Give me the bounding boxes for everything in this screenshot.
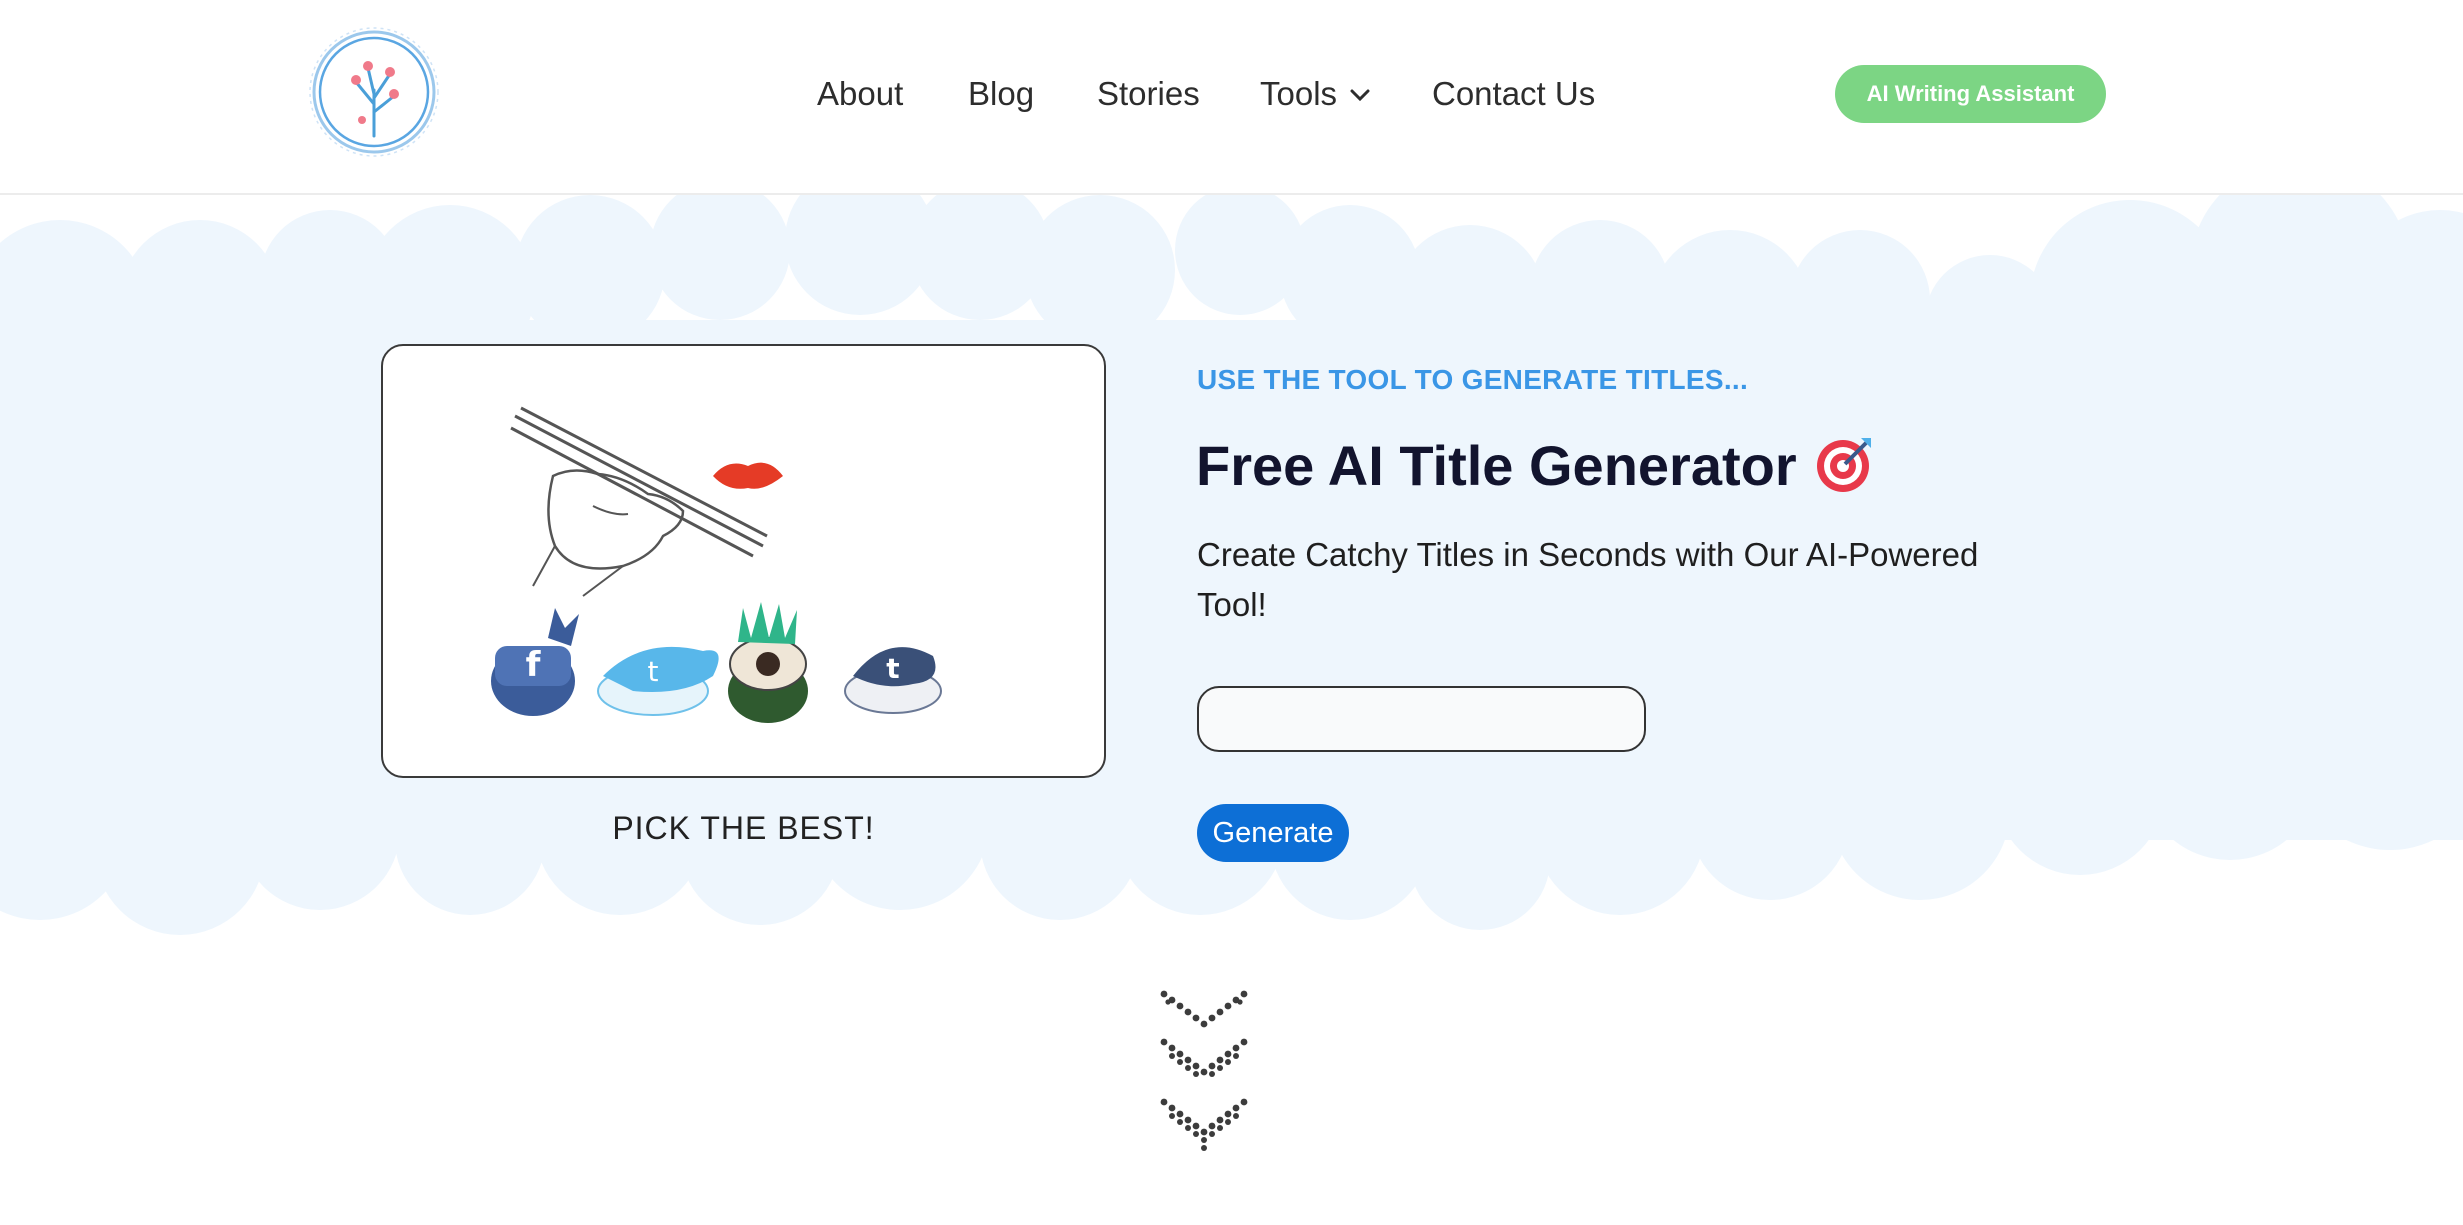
chevron-down-icon[interactable]: [1350, 88, 1370, 102]
page-title: Free AI Title Generator: [1196, 434, 1797, 497]
chopsticks-sushi-illustration: f t t: [491, 406, 942, 723]
nav-tools[interactable]: Tools: [1260, 70, 1337, 118]
subtitle-text: Create Catchy Titles in Seconds with Our…: [1197, 536, 1979, 623]
illustration-caption: PICK THE BEST!: [612, 810, 875, 846]
svg-text:t: t: [648, 655, 659, 688]
nav-stories[interactable]: Stories: [1097, 70, 1200, 118]
svg-text:t: t: [886, 652, 899, 685]
nav-contact-us[interactable]: Contact Us: [1432, 70, 1595, 118]
eyebrow-text: USE THE TOOL TO GENERATE TITLES...: [1197, 364, 1749, 395]
nav-blog[interactable]: Blog: [968, 70, 1034, 118]
site-header: About Blog Stories Tools Contact Us AI W…: [0, 0, 2463, 195]
logo-icon[interactable]: [306, 24, 442, 160]
svg-text:f: f: [526, 645, 542, 685]
target-icon: [1816, 438, 1871, 492]
nav-about[interactable]: About: [817, 70, 903, 118]
generate-button[interactable]: Generate: [1197, 804, 1349, 862]
ai-writing-assistant-button[interactable]: AI Writing Assistant: [1835, 65, 2106, 123]
triple-chevron-down-icon[interactable]: [1160, 990, 1248, 1160]
illustration-card: f t t: [381, 344, 1106, 778]
title-topic-input[interactable]: [1197, 686, 1646, 752]
